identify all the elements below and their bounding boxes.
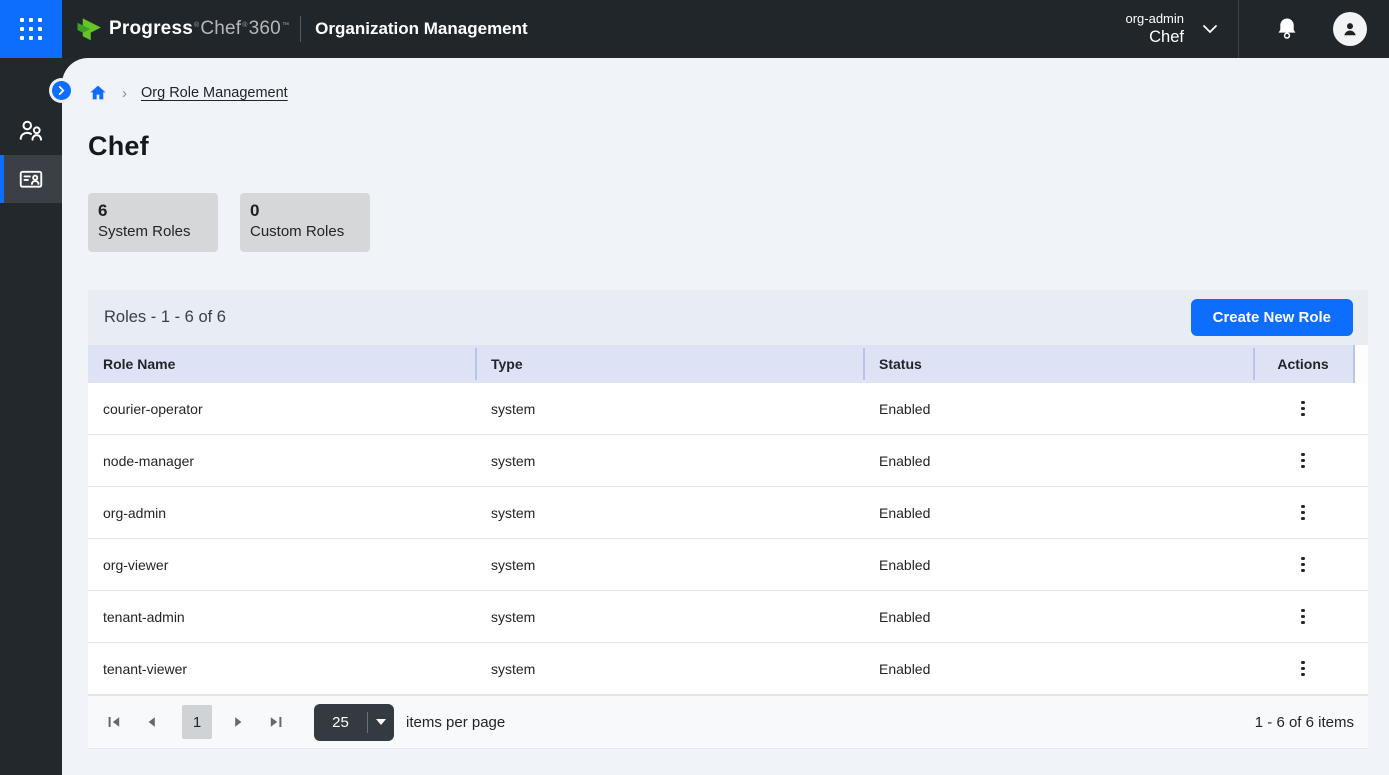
waffle-icon [20,18,42,40]
column-header-type: Type [475,345,863,383]
stat-value: 0 [250,201,360,221]
page-title: Chef [88,131,1389,162]
role-name-cell: node-manager [88,453,475,469]
type-cell: system [475,505,863,521]
previous-page-button[interactable] [140,710,164,734]
table-toolbar: Roles - 1 - 6 of 6 Create New Role [88,290,1368,345]
table-row: node-manager system Enabled [88,435,1368,487]
progress-logo-icon [74,14,104,44]
first-page-button[interactable] [102,710,126,734]
create-new-role-button[interactable]: Create New Role [1191,299,1353,336]
table-scroll-gutter [1353,345,1368,383]
status-cell: Enabled [863,557,1253,573]
person-icon [1340,19,1360,39]
table-row: tenant-viewer system Enabled [88,643,1368,695]
items-per-page-label: items per page [406,714,505,731]
column-header-actions: Actions [1253,345,1353,383]
chevron-down-icon [1202,24,1218,34]
pagination-range-label: 1 - 6 of 6 items [1255,714,1354,731]
row-actions-kebab-button[interactable] [1289,447,1317,475]
top-bar: Progress®Chef®360™ Organization Manageme… [0,0,1389,58]
previous-page-icon [144,714,160,730]
next-page-icon [230,714,246,730]
sidebar-item-org-roles[interactable] [0,155,62,203]
user-org-label: Chef [1125,27,1184,48]
column-header-role-name: Role Name [88,345,475,383]
breadcrumb-current-link[interactable]: Org Role Management [141,85,288,101]
row-actions-kebab-button[interactable] [1289,395,1317,423]
next-page-button[interactable] [226,710,250,734]
topbar-divider [1238,0,1239,58]
page-size-dropdown[interactable]: 25 [314,704,394,741]
column-header-status: Status [863,345,1253,383]
brand-logo: Progress®Chef®360™ [74,14,290,44]
role-name-cell: org-viewer [88,557,475,573]
current-page-button[interactable]: 1 [182,705,212,739]
app-launcher-button[interactable] [0,0,62,58]
row-actions-kebab-button[interactable] [1289,655,1317,683]
last-page-button[interactable] [264,710,288,734]
status-cell: Enabled [863,401,1253,417]
table-row: org-viewer system Enabled [88,539,1368,591]
stat-label: Custom Roles [250,223,360,240]
pagination-bar: 1 25 items per page 1 - 6 of 6 items [88,695,1368,749]
type-cell: system [475,557,863,573]
status-cell: Enabled [863,609,1253,625]
breadcrumb-separator-icon: › [122,85,127,102]
chevron-right-icon [57,86,66,95]
page-size-value: 25 [314,714,367,731]
type-cell: system [475,453,863,469]
status-cell: Enabled [863,505,1253,521]
table-title: Roles - 1 - 6 of 6 [104,308,226,327]
users-icon [16,116,46,146]
bell-icon [1275,16,1299,42]
topbar-divider [300,16,301,42]
sidebar-item-users[interactable] [0,107,62,155]
stats-row: 6 System Roles 0 Custom Roles [88,193,1389,252]
stat-card-system-roles: 6 System Roles [88,193,218,252]
sidebar-expand-button[interactable] [52,81,71,100]
notifications-button[interactable] [1275,16,1299,42]
status-cell: Enabled [863,661,1253,677]
table-header-row: Role Name Type Status Actions [88,345,1368,383]
role-name-cell: tenant-viewer [88,661,475,677]
status-cell: Enabled [863,453,1253,469]
table-row: org-admin system Enabled [88,487,1368,539]
table-row: courier-operator system Enabled [88,383,1368,435]
row-actions-kebab-button[interactable] [1289,551,1317,579]
role-name-cell: org-admin [88,505,475,521]
row-actions-kebab-button[interactable] [1289,499,1317,527]
left-sidebar [0,58,62,775]
first-page-icon [106,714,122,730]
stat-value: 6 [98,201,208,221]
stat-label: System Roles [98,223,208,240]
last-page-icon [268,714,284,730]
breadcrumb-home-link[interactable] [88,83,108,103]
user-avatar-button[interactable] [1333,12,1367,46]
type-cell: system [475,401,863,417]
type-cell: system [475,661,863,677]
user-role-label: org-admin [1125,11,1184,27]
caret-down-icon [368,719,394,725]
stat-card-custom-roles: 0 Custom Roles [240,193,370,252]
app-title: Organization Management [315,19,528,39]
main-content: › Org Role Management Chef 6 System Role… [62,58,1389,775]
user-org-dropdown[interactable]: org-admin Chef [1125,11,1238,48]
breadcrumb: › Org Role Management [62,58,1389,104]
role-name-cell: courier-operator [88,401,475,417]
role-badge-icon [17,165,45,193]
type-cell: system [475,609,863,625]
row-actions-kebab-button[interactable] [1289,603,1317,631]
brand-wordmark: Progress®Chef®360™ [109,18,290,40]
table-row: tenant-admin system Enabled [88,591,1368,643]
role-name-cell: tenant-admin [88,609,475,625]
home-icon [88,83,108,103]
roles-table-card: Roles - 1 - 6 of 6 Create New Role Role … [88,290,1368,749]
